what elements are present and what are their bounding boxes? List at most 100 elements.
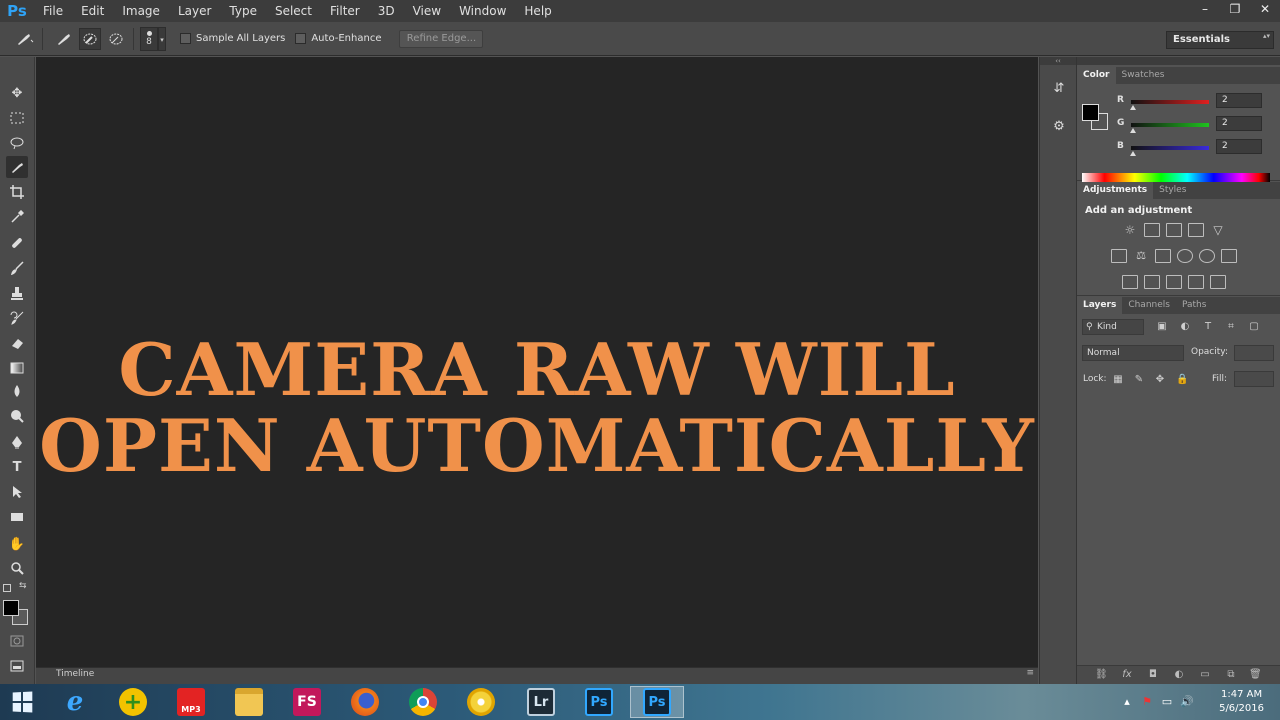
- taskbar-file-explorer[interactable]: [222, 686, 276, 718]
- taskbar-chrome[interactable]: [396, 686, 450, 718]
- brush-size-picker[interactable]: 8: [140, 26, 158, 51]
- taskbar-photoshop-1[interactable]: Ps: [572, 686, 626, 718]
- menu-image[interactable]: Image: [113, 0, 169, 22]
- collapse-icon[interactable]: ‹‹: [1040, 57, 1076, 65]
- layer-mask-icon[interactable]: ◘: [1147, 669, 1159, 681]
- menu-help[interactable]: Help: [515, 0, 560, 22]
- red-value-field[interactable]: 2: [1216, 93, 1262, 108]
- quick-mask-button[interactable]: [6, 630, 28, 652]
- chevron-down-icon[interactable]: ▾: [158, 26, 166, 51]
- start-button[interactable]: [0, 684, 44, 720]
- blue-thumb[interactable]: [1130, 151, 1136, 156]
- timeline-tab[interactable]: Timeline: [56, 669, 94, 679]
- taskbar-clock[interactable]: 1:47 AM 5/6/2016: [1219, 688, 1264, 716]
- kind-filter-dropdown[interactable]: ⚲ Kind: [1082, 319, 1144, 335]
- blue-slider[interactable]: B 2: [1115, 139, 1280, 157]
- adjustment-layer-icon[interactable]: ◐: [1173, 669, 1185, 681]
- menu-window[interactable]: Window: [450, 0, 515, 22]
- lock-all-icon[interactable]: 🔒: [1176, 375, 1188, 385]
- tab-swatches[interactable]: Swatches: [1116, 67, 1171, 84]
- new-layer-icon[interactable]: ⧉: [1225, 669, 1237, 681]
- close-button[interactable]: ✕: [1250, 0, 1280, 18]
- color-balance-icon[interactable]: ⚖: [1133, 249, 1149, 263]
- hand-tool[interactable]: ✋: [6, 533, 28, 555]
- channel-mixer-icon[interactable]: [1199, 249, 1215, 263]
- lock-transparent-icon[interactable]: ▦: [1113, 375, 1123, 385]
- quick-selection-tool[interactable]: [6, 156, 28, 178]
- lock-brush-icon[interactable]: ✎: [1134, 375, 1144, 385]
- folder-icon[interactable]: ▭: [1199, 669, 1211, 681]
- pixel-filter-icon[interactable]: ▣: [1157, 322, 1167, 332]
- properties-panel-button[interactable]: ⚙: [1049, 117, 1069, 137]
- taskbar-photoshop-2[interactable]: Ps: [630, 686, 684, 718]
- photo-filter-icon[interactable]: [1177, 249, 1193, 263]
- posterize-icon[interactable]: [1144, 275, 1160, 289]
- trash-icon[interactable]: 🗑: [1249, 669, 1262, 681]
- tab-channels[interactable]: Channels: [1122, 297, 1176, 314]
- adjustment-filter-icon[interactable]: ◐: [1180, 322, 1190, 332]
- vibrance-icon[interactable]: ▽: [1210, 223, 1226, 237]
- menu-type[interactable]: Type: [220, 0, 266, 22]
- red-thumb[interactable]: [1130, 105, 1136, 110]
- shape-filter-icon[interactable]: ⌗: [1226, 322, 1236, 332]
- blue-track[interactable]: [1131, 146, 1209, 150]
- taskbar-firefox[interactable]: [338, 686, 392, 718]
- red-slider[interactable]: R 2: [1115, 93, 1280, 111]
- exposure-icon[interactable]: [1188, 223, 1204, 237]
- crop-tool[interactable]: [6, 181, 28, 203]
- threshold-icon[interactable]: [1166, 275, 1182, 289]
- smart-object-filter-icon[interactable]: ▢: [1249, 322, 1259, 332]
- tab-styles[interactable]: Styles: [1153, 182, 1192, 199]
- tool-preset-picker[interactable]: [14, 28, 36, 50]
- opacity-field[interactable]: [1234, 345, 1274, 361]
- red-track[interactable]: [1131, 100, 1209, 104]
- menu-3d[interactable]: 3D: [369, 0, 404, 22]
- levels-icon[interactable]: [1144, 223, 1160, 237]
- brightness-contrast-icon[interactable]: ☼: [1122, 223, 1138, 237]
- tab-adjustments[interactable]: Adjustments: [1077, 182, 1154, 199]
- taskbar-fs-app[interactable]: FS: [280, 686, 334, 718]
- taskbar-lightroom[interactable]: Lr: [514, 686, 568, 718]
- sample-all-layers-checkbox[interactable]: [180, 33, 191, 44]
- eraser-tool[interactable]: [6, 332, 28, 354]
- taskbar-youtube-mp3[interactable]: MP3: [164, 686, 218, 718]
- subtract-from-selection-button[interactable]: [105, 28, 127, 50]
- color-lookup-icon[interactable]: [1221, 249, 1237, 263]
- zoom-tool[interactable]: [6, 557, 28, 579]
- taskbar-add-app[interactable]: +: [106, 686, 160, 718]
- history-brush-tool[interactable]: [6, 307, 28, 329]
- hue-saturation-icon[interactable]: [1111, 249, 1127, 263]
- network-icon[interactable]: ▭: [1160, 695, 1174, 709]
- layer-style-icon[interactable]: fx: [1121, 669, 1133, 681]
- action-center-flag-icon[interactable]: ⚑: [1140, 695, 1154, 709]
- menu-select[interactable]: Select: [266, 0, 321, 22]
- eyedropper-tool[interactable]: [6, 206, 28, 228]
- auto-enhance-checkbox[interactable]: [295, 33, 307, 44]
- menu-file[interactable]: File: [34, 0, 72, 22]
- black-white-icon[interactable]: [1155, 249, 1171, 263]
- blue-value-field[interactable]: 2: [1216, 139, 1262, 154]
- foreground-color-swatch[interactable]: [3, 600, 19, 616]
- default-colors-icon[interactable]: [3, 584, 11, 592]
- tab-color[interactable]: Color: [1077, 67, 1116, 84]
- brush-tool[interactable]: [6, 257, 28, 279]
- menu-edit[interactable]: Edit: [72, 0, 113, 22]
- healing-brush-tool[interactable]: [6, 232, 28, 254]
- panel-menu-icon[interactable]: ≡: [1026, 668, 1034, 678]
- shape-tool[interactable]: [6, 506, 28, 528]
- screen-mode-button[interactable]: [6, 655, 28, 677]
- taskbar-internet-explorer[interactable]: e: [48, 686, 102, 718]
- move-tool[interactable]: ✥: [6, 82, 28, 104]
- dodge-tool[interactable]: [6, 405, 28, 427]
- marquee-tool[interactable]: [6, 107, 28, 129]
- green-thumb[interactable]: [1130, 128, 1136, 133]
- menu-layer[interactable]: Layer: [169, 0, 220, 22]
- taskbar-media-disc[interactable]: [454, 686, 508, 718]
- curves-icon[interactable]: [1166, 223, 1182, 237]
- fill-field[interactable]: [1234, 371, 1274, 387]
- swap-colors-icon[interactable]: ⇆: [19, 581, 27, 591]
- tab-paths[interactable]: Paths: [1176, 297, 1212, 314]
- green-slider[interactable]: G 2: [1115, 116, 1280, 134]
- selective-color-icon[interactable]: [1188, 275, 1204, 289]
- green-value-field[interactable]: 2: [1216, 116, 1262, 131]
